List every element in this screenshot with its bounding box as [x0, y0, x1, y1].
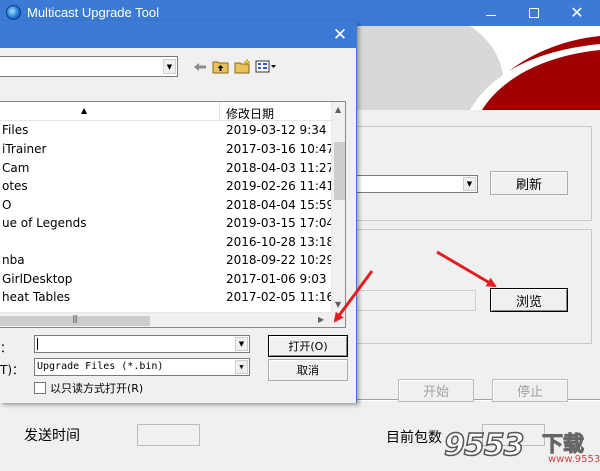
back-arrow-icon[interactable] [193, 58, 207, 75]
file-name: nba [2, 253, 25, 267]
file-name: O [2, 198, 12, 212]
list-item[interactable]: Files 2019-03-12 9:34 [0, 121, 331, 140]
cancel-button[interactable]: 取消 [268, 359, 348, 381]
up-folder-icon[interactable] [211, 58, 229, 75]
file-date: 2019-03-12 9:34 [226, 123, 327, 137]
start-button[interactable]: 开始 [398, 379, 474, 402]
dialog-titlebar: ✕ [0, 22, 356, 48]
dialog-close-button[interactable]: ✕ [328, 25, 352, 45]
watermark-logo: 9553 下载 www.9553.com [430, 426, 600, 470]
file-path-field[interactable] [355, 290, 476, 311]
watermark-url: www.9553.com [548, 454, 600, 465]
refresh-button[interactable]: 刷新 [490, 171, 568, 195]
file-name: Cam [2, 161, 30, 175]
list-item[interactable]: otes 2019-02-26 11:41 [0, 177, 335, 196]
view-menu-icon[interactable] [255, 58, 277, 75]
filetype-label: T)： [0, 363, 25, 377]
file-name: GirlDesktop [2, 272, 73, 286]
list-item[interactable]: O 2018-04-04 15:59 [0, 196, 335, 215]
file-name: iTrainer [2, 142, 47, 156]
look-in-select[interactable]: ▼ [0, 56, 178, 77]
list-item[interactable]: nba 2018-09-22 10:29 [0, 251, 335, 270]
window-title: Multicast Upgrade Tool [27, 5, 159, 20]
chevron-down-icon[interactable]: ▼ [463, 177, 476, 191]
file-date: 2019-03-15 17:04 [226, 216, 335, 230]
maximize-icon [529, 8, 539, 18]
file-date: 2017-01-06 9:03 [226, 272, 327, 286]
watermark-text: 9553 [443, 427, 525, 464]
minimize-icon [486, 14, 496, 16]
chevron-down-icon[interactable]: ▼ [235, 337, 248, 351]
banner-graphic [350, 26, 600, 110]
chevron-down-icon[interactable]: ▼ [235, 360, 248, 374]
stop-button[interactable]: 停止 [492, 379, 568, 402]
column-header-date[interactable]: 修改日期 [226, 105, 274, 122]
globe-app-icon [6, 5, 21, 20]
file-date: 2018-09-22 10:29 [226, 253, 335, 267]
text-caret [37, 338, 38, 350]
file-date: 2018-04-04 15:59 [226, 198, 335, 212]
maximize-button[interactable] [519, 0, 549, 26]
sort-ascending-icon[interactable]: ▲ [81, 106, 87, 115]
scroll-corner [331, 312, 345, 327]
file-name: heat Tables [2, 290, 71, 304]
close-icon: ✕ [570, 3, 584, 22]
file-list[interactable]: ▲ 修改日期 Files 2019-03-12 9:34 iTrainer 2017… [0, 101, 346, 328]
readonly-checkbox[interactable] [34, 382, 46, 394]
scroll-up-icon[interactable]: ▲ [335, 105, 341, 114]
list-item[interactable]: GirlDesktop 2017-01-06 9:03 [0, 270, 331, 289]
filetype-select[interactable]: Upgrade Files (*.bin) ▼ [34, 358, 250, 376]
dialog-body: ▼ ▲ 修改日期 Files 2019-03-12 9:34 iTrainer 20… [0, 48, 356, 403]
send-time-value [137, 424, 200, 446]
open-file-dialog: ✕ ▼ ▲ 修改日期 Files 2019-03-12 9:34 iTrainer… [0, 21, 357, 403]
filename-input[interactable]: ▼ [34, 335, 250, 353]
scrollbar-thumb[interactable] [334, 142, 345, 200]
scroll-down-icon[interactable]: ▼ [335, 300, 341, 309]
file-date: 2018-04-03 11:27 [226, 161, 335, 175]
file-name: otes [2, 179, 28, 193]
vertical-scrollbar[interactable]: ▲ ▼ [331, 102, 345, 312]
browse-button[interactable]: 浏览 [490, 288, 568, 312]
readonly-label[interactable]: 以只读方式打开(R) [50, 380, 143, 396]
list-header: ▲ 修改日期 [0, 102, 331, 121]
list-item[interactable]: iTrainer 2017-03-16 10:47 [0, 140, 335, 159]
file-date: 2019-02-26 11:41 [226, 179, 335, 193]
close-icon: ✕ [332, 25, 348, 45]
send-time-label: 发送时间 [24, 428, 80, 444]
filetype-value: Upgrade Files (*.bin) [37, 361, 164, 372]
filename-label: ： [0, 341, 13, 355]
list-item[interactable]: ue of Legends 2019-03-15 17:04 [0, 214, 335, 233]
file-date: 2016-10-28 13:18 [226, 235, 335, 249]
horizontal-scrollbar[interactable]: ||| ▶ [0, 312, 331, 327]
column-divider[interactable] [219, 102, 220, 121]
grip-icon: ||| [72, 314, 78, 323]
list-item[interactable]: 2016-10-28 13:18 [0, 233, 335, 252]
list-item[interactable]: Cam 2018-04-03 11:27 [0, 159, 335, 178]
new-folder-icon[interactable] [233, 58, 251, 75]
list-item[interactable]: heat Tables 2017-02-05 11:16 [0, 288, 335, 307]
file-date: 2017-02-05 11:16 [226, 290, 335, 304]
open-button[interactable]: 打开(O) [268, 335, 348, 357]
minimize-button[interactable] [476, 0, 506, 26]
file-name: Files [2, 123, 29, 137]
file-name: ue of Legends [2, 216, 87, 230]
port-select[interactable]: ▼ [355, 175, 478, 193]
file-date: 2017-03-16 10:47 [226, 142, 335, 156]
chevron-down-icon[interactable]: ▼ [163, 59, 176, 74]
close-button[interactable]: ✕ [562, 0, 592, 26]
banner-swoosh-icon [350, 26, 600, 110]
scroll-right-icon[interactable]: ▶ [318, 315, 324, 324]
